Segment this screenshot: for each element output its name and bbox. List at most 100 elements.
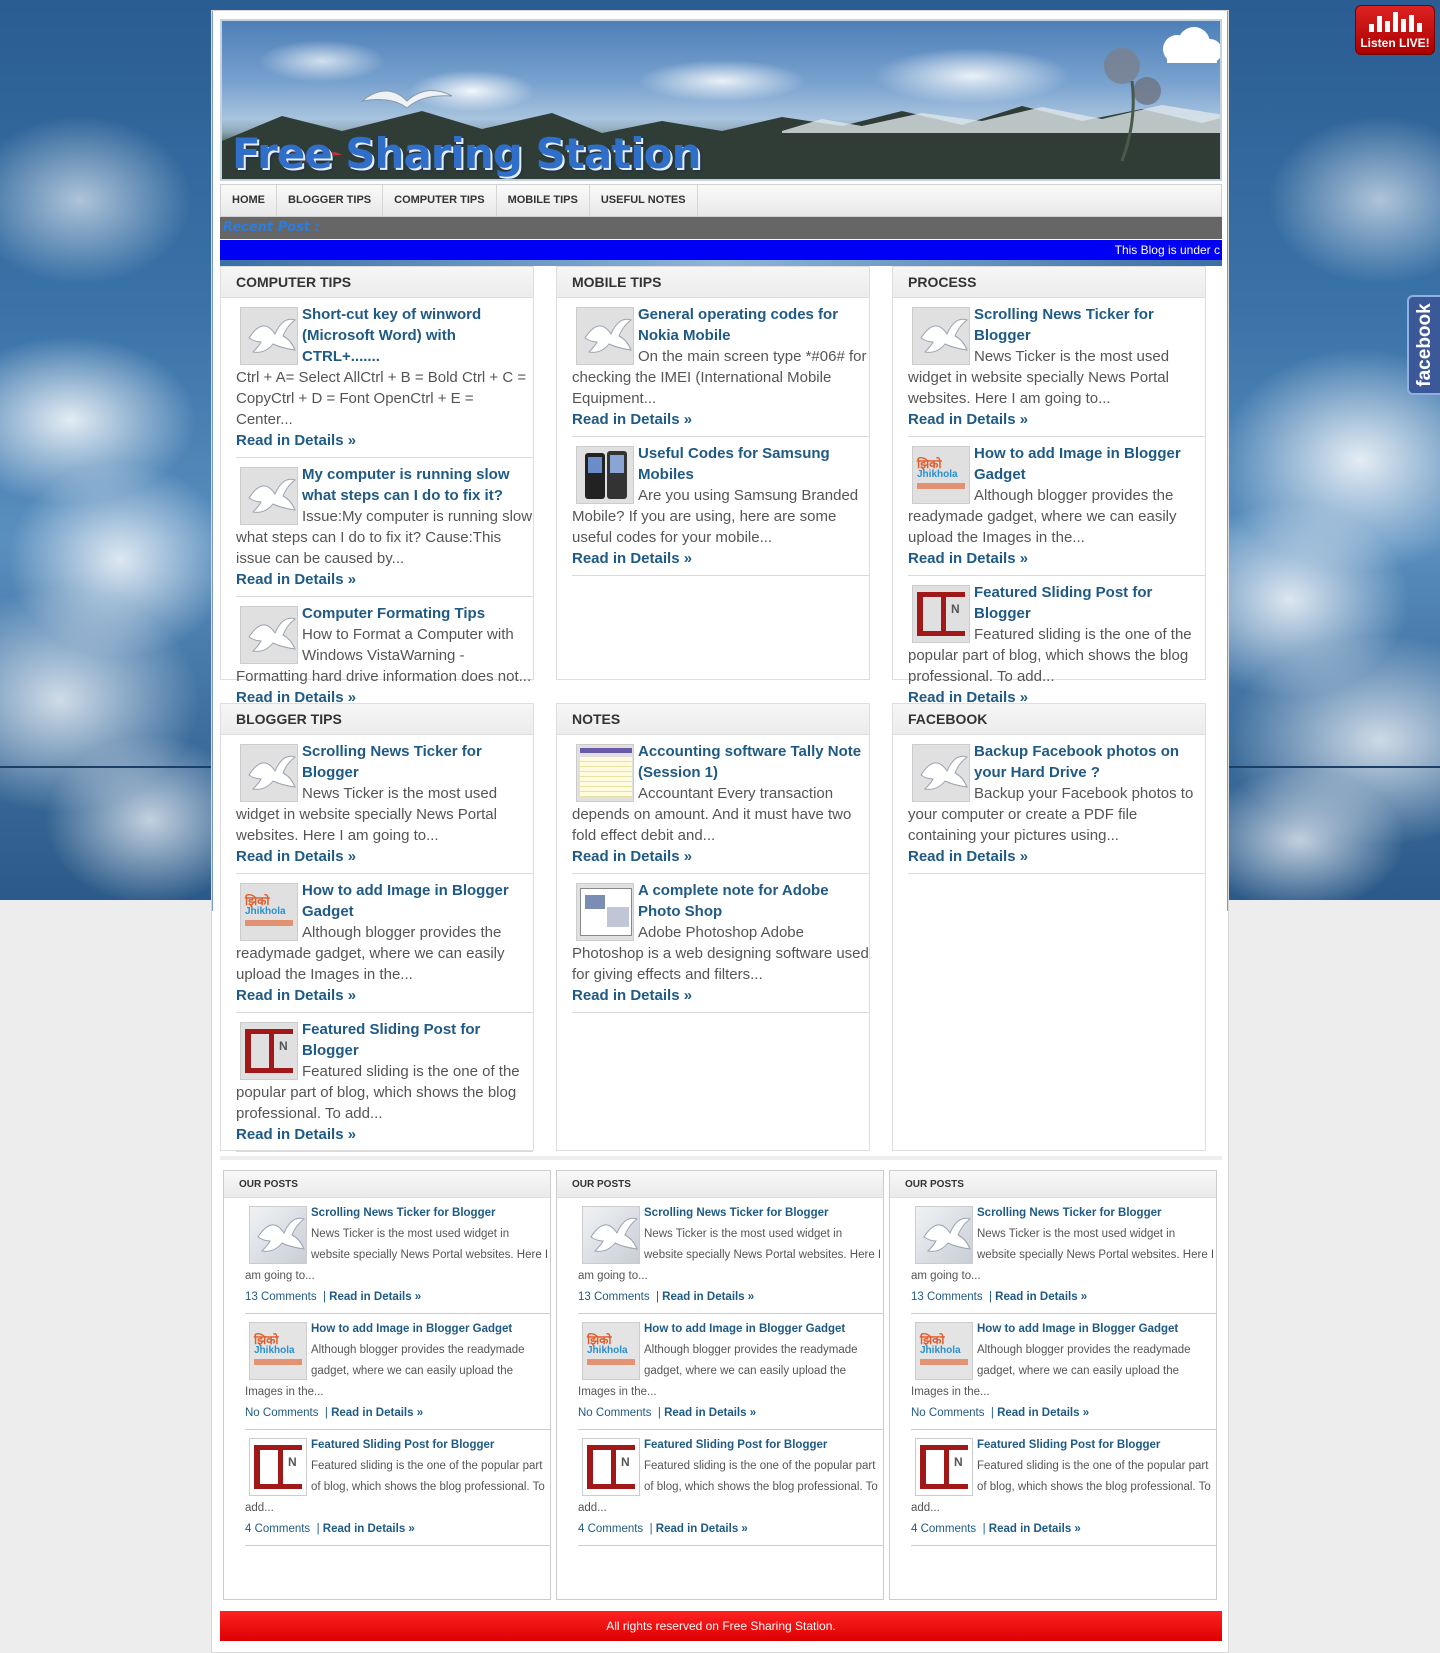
read-more-link[interactable]: Read in Details » <box>572 985 869 1006</box>
dove-thumbnail[interactable] <box>582 1206 640 1264</box>
comments-link[interactable]: No Comments <box>245 1407 319 1419</box>
recent-post-label: Recent Post : <box>220 217 1222 239</box>
page-container: Free Sharing Station HOME BLOGGER TIPS C… <box>211 10 1229 1653</box>
slider-thumbnail[interactable]: N <box>240 1022 298 1080</box>
dove-thumbnail[interactable] <box>240 744 298 802</box>
read-more-link[interactable]: Read in Details » <box>236 846 533 867</box>
our-post-item: झिको Jhikhola How to add Image in Blogger … <box>578 1319 883 1430</box>
facebook-side-tab[interactable]: facebook <box>1407 295 1440 395</box>
our-post-item: N Featured Sliding Post for Blogger Featur… <box>245 1435 550 1546</box>
category-heading[interactable]: MOBILE TIPS <box>557 267 869 298</box>
nav-blogger-tips[interactable]: BLOGGER TIPS <box>277 185 384 216</box>
dove-thumbnail[interactable] <box>240 467 298 525</box>
facebook-tab-label: facebook <box>1413 303 1435 387</box>
category-box-notes: NOTES Accounting software Tally Note (Ses… <box>556 703 870 1151</box>
nav-mobile-tips[interactable]: MOBILE TIPS <box>497 185 590 216</box>
category-box-facebook: FACEBOOK Backup Facebook photos on your H… <box>892 703 1206 1151</box>
our-posts-widget: OUR POSTS Scrolling News Ticker for Blogg… <box>223 1170 551 1600</box>
read-more-link[interactable]: Read in Details » <box>236 569 533 590</box>
listen-live-badge[interactable]: Listen LIVE! <box>1355 5 1435 55</box>
logo-thumbnail[interactable]: झिको Jhikhola <box>582 1322 640 1380</box>
slider-thumbnail[interactable]: N <box>582 1438 640 1496</box>
dove-thumbnail[interactable] <box>576 307 634 365</box>
read-more-link[interactable]: Read in Details » <box>908 846 1205 867</box>
photoshop-thumbnail[interactable] <box>576 883 634 941</box>
our-post-item: N Featured Sliding Post for Blogger Featur… <box>911 1435 1216 1546</box>
category-box-computer-tips: COMPUTER TIPS Short-cut key of winword (M… <box>220 266 534 715</box>
our-post-item: Scrolling News Ticker for Blogger News Ti… <box>911 1203 1216 1314</box>
logo-thumbnail[interactable]: झिको Jhikhola <box>249 1322 307 1380</box>
read-more-link[interactable]: Read in Details » <box>236 985 533 1006</box>
our-posts-widget: OUR POSTS Scrolling News Ticker for Blogg… <box>889 1170 1217 1600</box>
read-more-link[interactable]: Read in Details » <box>664 1407 756 1419</box>
category-box-mobile-tips: MOBILE TIPS General operating codes for N… <box>556 266 870 680</box>
ticker-text[interactable]: This Blog is under c <box>1115 243 1222 257</box>
read-more-link[interactable]: Read in Details » <box>323 1523 415 1535</box>
read-more-link[interactable]: Read in Details » <box>572 846 869 867</box>
dove-thumbnail[interactable] <box>249 1206 307 1264</box>
slider-thumbnail[interactable]: N <box>915 1438 973 1496</box>
dove-thumbnail[interactable] <box>915 1206 973 1264</box>
nav-home[interactable]: HOME <box>221 185 277 216</box>
our-post-item: N Featured Sliding Post for Blogger Featur… <box>578 1435 883 1546</box>
nav-computer-tips[interactable]: COMPUTER TIPS <box>383 185 497 216</box>
comments-link[interactable]: 13 Comments <box>245 1291 317 1303</box>
post-item: N Featured Sliding Post for Blogger Featur… <box>908 582 1205 715</box>
category-heading[interactable]: COMPUTER TIPS <box>221 267 533 298</box>
read-more-link[interactable]: Read in Details » <box>662 1291 754 1303</box>
category-box-blogger-tips: BLOGGER TIPS Scrolling News Ticker for Bl… <box>220 703 534 1152</box>
category-heading[interactable]: PROCESS <box>893 267 1205 298</box>
post-item: Scrolling News Ticker for Blogger News Ti… <box>236 741 533 874</box>
dove-thumbnail[interactable] <box>912 307 970 365</box>
dove-thumbnail[interactable] <box>912 744 970 802</box>
tally-thumbnail[interactable] <box>576 744 634 802</box>
post-item: A complete note for Adobe Photo Shop Adob… <box>572 880 869 1013</box>
comments-link[interactable]: No Comments <box>578 1407 652 1419</box>
comments-link[interactable]: 4 Comments <box>245 1523 310 1535</box>
dove-thumbnail[interactable] <box>240 606 298 664</box>
read-more-link[interactable]: Read in Details » <box>236 430 533 451</box>
read-more-link[interactable]: Read in Details » <box>908 409 1205 430</box>
read-more-link[interactable]: Read in Details » <box>997 1407 1089 1419</box>
comments-link[interactable]: 13 Comments <box>911 1291 983 1303</box>
category-heading[interactable]: FACEBOOK <box>893 704 1205 735</box>
post-item: झिको Jhikhola How to add Image in Blogger … <box>908 443 1205 576</box>
our-posts-heading: OUR POSTS <box>890 1171 1216 1198</box>
read-more-link[interactable]: Read in Details » <box>329 1291 421 1303</box>
header-banner: Free Sharing Station <box>220 19 1222 181</box>
category-heading[interactable]: BLOGGER TIPS <box>221 704 533 735</box>
post-item: Useful Codes for Samsung Mobiles Are you … <box>572 443 869 576</box>
post-item: Short-cut key of winword (Microsoft Word… <box>236 304 533 458</box>
read-more-link[interactable]: Read in Details » <box>331 1407 423 1419</box>
read-more-link[interactable]: Read in Details » <box>236 1124 533 1145</box>
our-posts-widget: OUR POSTS Scrolling News Ticker for Blogg… <box>556 1170 884 1600</box>
read-more-link[interactable]: Read in Details » <box>989 1523 1081 1535</box>
news-ticker[interactable]: This Blog is under c <box>220 240 1222 260</box>
read-more-link[interactable]: Read in Details » <box>572 548 869 569</box>
comments-link[interactable]: No Comments <box>911 1407 985 1419</box>
logo-thumbnail[interactable]: झिको Jhikhola <box>915 1322 973 1380</box>
our-post-item: Scrolling News Ticker for Blogger News Ti… <box>245 1203 550 1314</box>
comments-link[interactable]: 4 Comments <box>578 1523 643 1535</box>
category-heading[interactable]: NOTES <box>557 704 869 735</box>
post-item: Scrolling News Ticker for Blogger News Ti… <box>908 304 1205 437</box>
dove-thumbnail[interactable] <box>240 307 298 365</box>
read-more-link[interactable]: Read in Details » <box>572 409 869 430</box>
read-more-link[interactable]: Read in Details » <box>656 1523 748 1535</box>
post-item: झिको Jhikhola How to add Image in Blogger … <box>236 880 533 1013</box>
post-item: Backup Facebook photos on your Hard Driv… <box>908 741 1205 874</box>
nav-useful-notes[interactable]: USEFUL NOTES <box>590 185 698 216</box>
logo-thumbnail[interactable]: झिको Jhikhola <box>240 883 298 941</box>
phone-thumbnail[interactable] <box>576 446 634 504</box>
site-title[interactable]: Free Sharing Station <box>232 129 701 178</box>
slider-thumbnail[interactable]: N <box>249 1438 307 1496</box>
comments-link[interactable]: 4 Comments <box>911 1523 976 1535</box>
our-post-item: झिको Jhikhola How to add Image in Blogger … <box>911 1319 1216 1430</box>
read-more-link[interactable]: Read in Details » <box>995 1291 1087 1303</box>
logo-thumbnail[interactable]: झिको Jhikhola <box>912 446 970 504</box>
slider-thumbnail[interactable]: N <box>912 585 970 643</box>
our-post-item: Scrolling News Ticker for Blogger News Ti… <box>578 1203 883 1314</box>
comments-link[interactable]: 13 Comments <box>578 1291 650 1303</box>
main-nav: HOME BLOGGER TIPS COMPUTER TIPS MOBILE T… <box>220 184 1222 217</box>
read-more-link[interactable]: Read in Details » <box>908 548 1205 569</box>
